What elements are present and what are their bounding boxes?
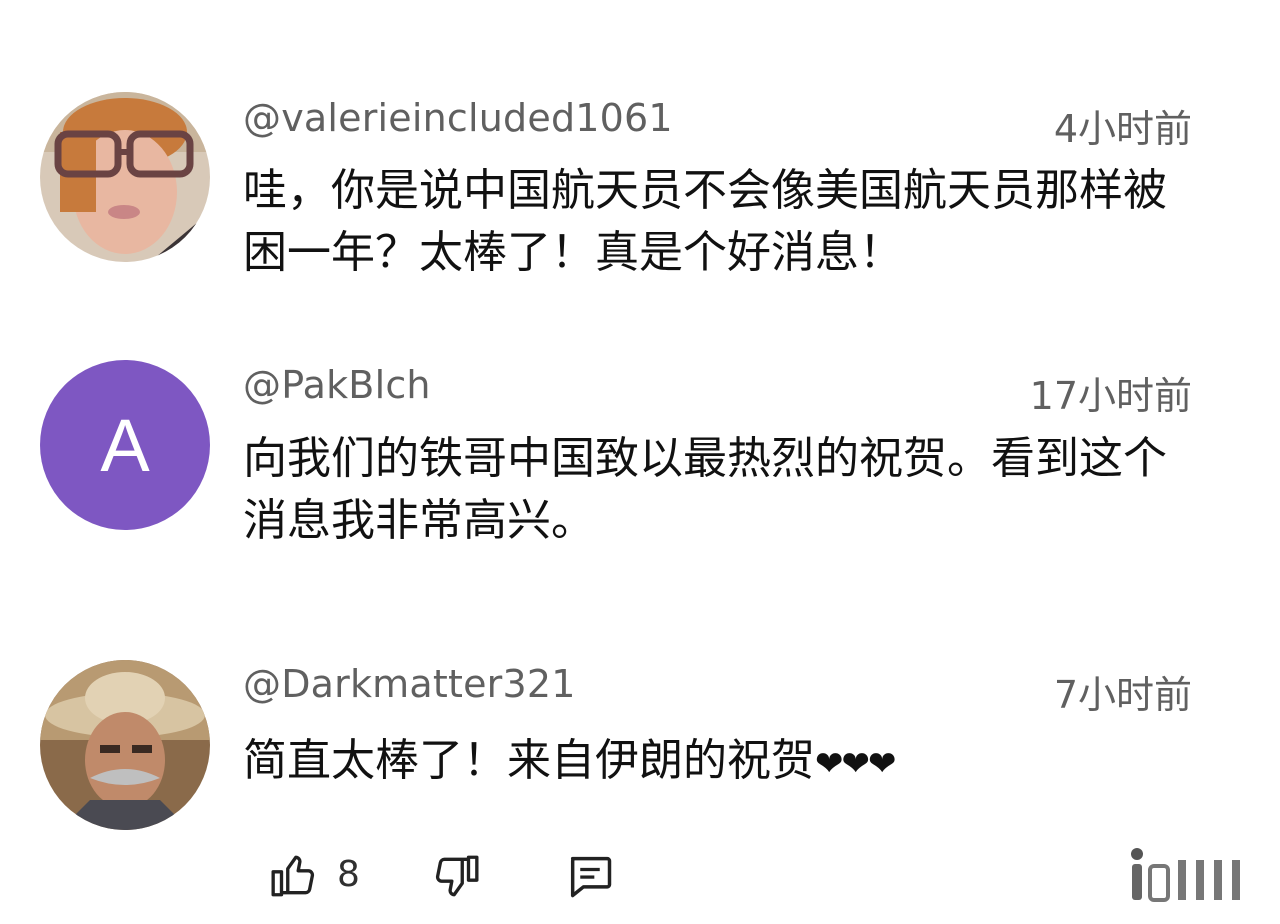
comment-icon [570,856,612,898]
comment-text-body: 简直太棒了！来自伊朗的祝贺 [243,735,815,786]
dislike-button[interactable] [428,848,484,904]
comment-author[interactable]: @valerieincluded1061 [243,96,673,140]
avatar-letter: A [100,403,150,487]
comment-text: 简直太棒了！来自伊朗的祝贺❤❤❤ [243,730,1203,795]
heart-emoji: ❤❤❤ [815,744,896,784]
like-count: 8 [337,854,360,895]
avatar[interactable] [40,660,210,830]
avatar[interactable] [40,92,210,262]
comment-author[interactable]: @Darkmatter321 [243,662,576,706]
thumbs-up-icon [271,855,315,897]
comment-author[interactable]: @PakBlch [243,363,431,407]
comment-timestamp: 4小时前 [1053,107,1192,151]
comment-timestamp: 7小时前 [1053,673,1192,717]
comment-action-bar: 8 [0,840,1280,910]
thumbs-down-icon [435,855,479,897]
watermark-logo [1124,846,1254,902]
like-button[interactable] [266,848,322,904]
comment-text: 哇，你是说中国航天员不会像美国航天员那样被困一年？太棒了！真是个好消息！ [243,165,1167,278]
avatar[interactable]: A [40,360,210,530]
reply-button[interactable] [562,848,618,904]
comment-text: 向我们的铁哥中国致以最热烈的祝贺。看到这个消息我非常高兴。 [243,433,1167,546]
comment-timestamp: 17小时前 [1029,374,1192,418]
